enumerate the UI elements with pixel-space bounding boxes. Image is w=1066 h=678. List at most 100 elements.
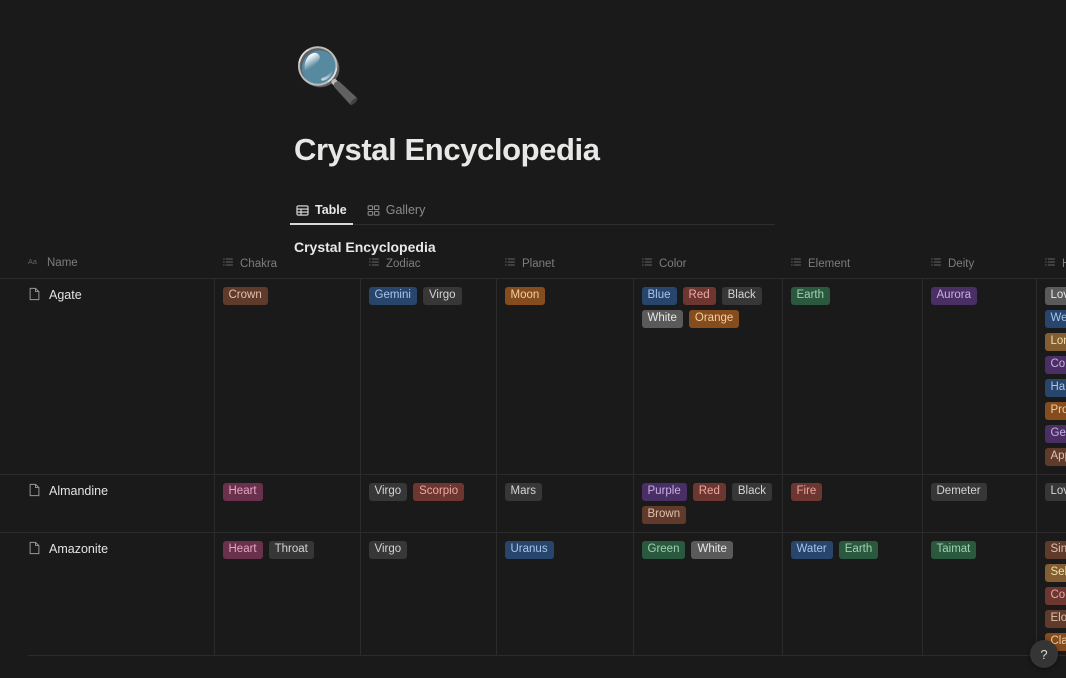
tag[interactable]: Black — [731, 482, 772, 501]
tab-gallery-label: Gallery — [385, 203, 426, 217]
tag[interactable]: Heart — [222, 540, 263, 559]
tag[interactable]: Weal — [1044, 309, 1066, 328]
tag[interactable]: Since — [1044, 540, 1066, 559]
tag[interactable]: Purple — [641, 482, 687, 501]
tag[interactable]: Brown — [641, 505, 687, 524]
cell-planet[interactable]: Moon — [496, 278, 634, 475]
tag[interactable]: Heart — [222, 482, 263, 501]
row-title: Agate — [49, 288, 82, 302]
tag[interactable]: Water — [790, 540, 833, 559]
tag[interactable]: Scorpio — [413, 482, 465, 501]
magnifying-glass-icon[interactable]: 🔍 — [294, 46, 1066, 108]
tag-group-color: Green White — [641, 540, 774, 559]
database-title[interactable]: Crystal Encyclopedia — [294, 238, 1066, 256]
tag-group-zodiac: Virgo Scorpio — [368, 482, 488, 501]
notion-page: 🔍 Crystal Encyclopedia Table Gallery Cry… — [0, 0, 1066, 678]
page-document-icon — [28, 483, 41, 500]
tag[interactable]: Virgo — [422, 286, 462, 305]
tag[interactable]: Demeter — [930, 482, 987, 501]
column-header-healing-label: He — [1062, 258, 1066, 270]
table-bottom-divider — [28, 655, 1066, 656]
page-document-icon — [28, 541, 41, 558]
cell-element[interactable]: Fire — [782, 474, 923, 533]
tag[interactable]: Black — [721, 286, 762, 305]
multiselect-property-icon — [504, 256, 516, 271]
tab-table[interactable]: Table — [290, 196, 353, 225]
tag-group-zodiac: Virgo — [368, 540, 488, 559]
page-bottom-area — [0, 656, 1066, 678]
column-header-deity[interactable]: Deity — [922, 256, 1036, 279]
cell-name[interactable]: Agate — [0, 278, 215, 475]
tag[interactable]: Cour — [1044, 355, 1066, 374]
column-header-color-label: Color — [659, 257, 687, 270]
column-header-planet[interactable]: Planet — [496, 256, 633, 279]
tag[interactable]: Green — [641, 540, 686, 559]
help-button[interactable]: ? — [1030, 640, 1058, 668]
cell-zodiac[interactable]: Gemini Virgo — [360, 278, 497, 475]
tag[interactable]: Virgo — [368, 540, 408, 559]
tag[interactable]: Long — [1044, 332, 1066, 351]
tag[interactable]: Harm — [1044, 378, 1066, 397]
tag[interactable]: Mars — [504, 482, 543, 501]
page-title: Crystal Encyclopedia — [294, 132, 600, 167]
row-title: Amazonite — [49, 542, 109, 556]
tag-group-element: Earth — [790, 286, 914, 305]
tag[interactable]: Earth — [838, 540, 879, 559]
tag[interactable]: Crown — [222, 286, 268, 305]
tag[interactable]: Love — [1044, 482, 1066, 501]
column-header-color[interactable]: Color — [633, 256, 782, 279]
table-body: Agate Crown Gemini Virgo Moon Blue Red Black Whi… — [0, 278, 1066, 678]
tag[interactable]: Throat — [268, 540, 314, 559]
column-header-zodiac[interactable]: Zodiac — [360, 256, 496, 279]
cell-deity[interactable]: Aurora — [922, 278, 1037, 475]
column-header-chakra[interactable]: Chakra — [214, 256, 360, 279]
tag[interactable]: Com — [1044, 586, 1066, 605]
tag[interactable]: White — [641, 309, 683, 328]
tag[interactable]: Virgo — [368, 482, 408, 501]
tag[interactable]: Uranus — [504, 540, 554, 559]
table-row[interactable]: Almandine Heart Virgo Scorpio Mars Purple Red B… — [0, 474, 1066, 533]
cell-chakra[interactable]: Crown — [214, 278, 361, 475]
tab-table-label: Table — [315, 203, 347, 217]
tag-group-planet: Uranus — [504, 540, 625, 559]
tag[interactable]: Blue — [641, 286, 677, 305]
tag[interactable]: Earth — [790, 286, 830, 305]
cell-deity[interactable]: Demeter — [922, 474, 1037, 533]
tag[interactable]: Aurora — [930, 286, 978, 305]
column-header-name[interactable]: Aa Name — [0, 256, 214, 279]
cell-healing[interactable]: Love Weal Long Cour Harm Prote Gene Appr — [1036, 278, 1066, 475]
tag-group-deity: Taimat — [930, 540, 1028, 559]
cell-color[interactable]: Purple Red Black Brown — [633, 474, 783, 533]
tag-group-color: Purple Red Black Brown — [641, 482, 774, 524]
tag-group-healing: Love Weal Long Cour Harm Prote Gene Appr — [1044, 286, 1066, 466]
cell-chakra[interactable]: Heart — [214, 474, 361, 533]
tag-group-healing: Love — [1044, 482, 1066, 501]
tag[interactable]: Gemini — [368, 286, 417, 305]
page-document-icon — [28, 287, 41, 304]
tag[interactable]: Gene — [1044, 424, 1066, 443]
tag[interactable]: Appr — [1044, 447, 1066, 466]
tag[interactable]: Red — [682, 286, 716, 305]
table-row[interactable]: Agate Crown Gemini Virgo Moon Blue Red Black Whi… — [0, 278, 1066, 475]
column-header-element[interactable]: Element — [782, 256, 922, 279]
tag[interactable]: Self- — [1044, 563, 1066, 582]
tag[interactable]: Taimat — [930, 540, 977, 559]
tag[interactable]: Red — [692, 482, 726, 501]
cell-element[interactable]: Earth — [782, 278, 923, 475]
tag-group-planet: Moon — [504, 286, 625, 305]
tag[interactable]: Moon — [504, 286, 546, 305]
tag[interactable]: Prote — [1044, 401, 1066, 420]
tag[interactable]: Orange — [688, 309, 740, 328]
tag[interactable]: Fire — [790, 482, 823, 501]
tag[interactable]: Love — [1044, 286, 1066, 305]
tag[interactable]: White — [691, 540, 733, 559]
tag[interactable]: Eloqu — [1044, 609, 1066, 628]
cell-planet[interactable]: Mars — [496, 474, 634, 533]
column-header-healing[interactable]: He — [1036, 256, 1066, 279]
tab-gallery[interactable]: Gallery — [365, 196, 428, 224]
cell-color[interactable]: Blue Red Black White Orange — [633, 278, 783, 475]
cell-zodiac[interactable]: Virgo Scorpio — [360, 474, 497, 533]
cell-name[interactable]: Almandine — [0, 474, 215, 533]
cell-healing[interactable]: Love — [1036, 474, 1066, 533]
column-header-element-label: Element — [808, 257, 851, 270]
